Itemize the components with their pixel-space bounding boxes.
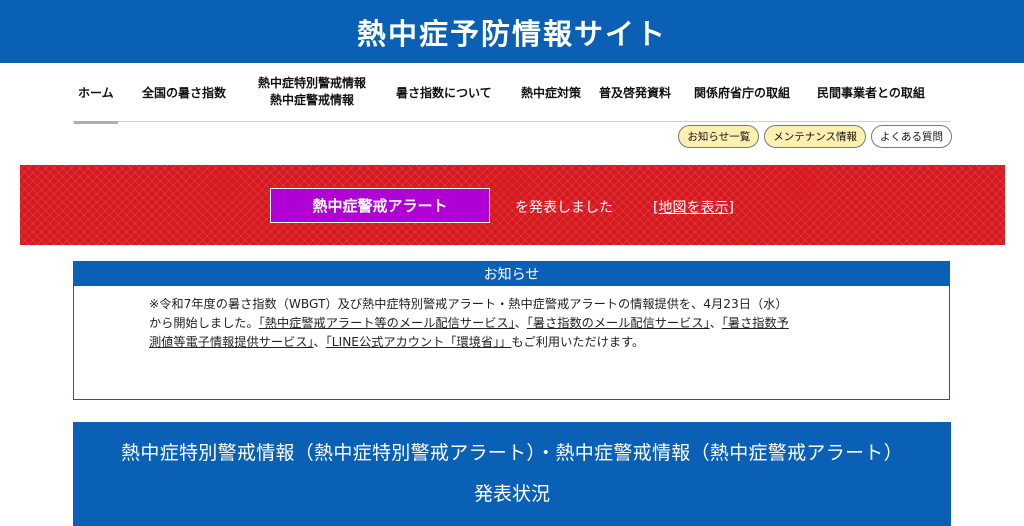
nav-alert-info[interactable]: 熱中症特別警戒情報 熱中症警戒情報: [258, 75, 366, 109]
notice-separator: 、: [313, 335, 326, 349]
faq-button[interactable]: よくある質問: [871, 125, 952, 148]
notice-separator: 、: [514, 316, 527, 330]
news-list-button[interactable]: お知らせ一覧: [678, 125, 760, 148]
nav-about-wbgt[interactable]: 暑さ指数について: [396, 85, 492, 102]
alert-text: を発表しました: [515, 200, 613, 216]
alert-mail-service-link[interactable]: 「熱中症警戒アラート等のメール配信サービス」: [259, 316, 515, 330]
nav-ministries[interactable]: 関係府省庁の取組: [694, 85, 790, 102]
notice-title: お知らせ: [74, 262, 949, 286]
notice-separator: 、: [709, 316, 722, 330]
nav-measures[interactable]: 熱中症対策: [521, 85, 581, 102]
nav-private-sector[interactable]: 民間事業者との取組: [817, 85, 925, 102]
nav-home[interactable]: ホーム: [74, 85, 118, 124]
wbgt-mail-service-link[interactable]: 「暑さ指数のメール配信サービス」: [527, 316, 710, 330]
notice-box: お知らせ ※令和7年度の暑さ指数（WBGT）及び熱中症特別警戒アラート・熱中症警…: [73, 261, 950, 400]
maintenance-button[interactable]: メンテナンス情報: [764, 125, 866, 148]
line-account-link[interactable]: 「LINE公式アカウント「環境省」」: [326, 335, 512, 349]
status-heading-line1: 熱中症特別警戒情報（熱中症特別警戒アラート）・熱中症警戒情報（熱中症警戒アラート…: [121, 442, 903, 464]
nav-alert-info-line2: 熱中症警戒情報: [270, 93, 355, 107]
nav-national-wbgt[interactable]: 全国の暑さ指数: [142, 85, 226, 102]
show-map-link[interactable]: [地図を表示]: [653, 197, 734, 217]
status-section-heading: 熱中症特別警戒情報（熱中症特別警戒アラート）・熱中症警戒情報（熱中症警戒アラート…: [73, 422, 951, 526]
nav-alert-info-line1: 熱中症特別警戒情報: [258, 76, 367, 90]
notice-body: ※令和7年度の暑さ指数（WBGT）及び熱中症特別警戒アラート・熱中症警戒アラート…: [74, 286, 789, 352]
nav-materials[interactable]: 普及啓発資料: [599, 85, 671, 102]
status-heading-line2: 発表状況: [473, 483, 550, 505]
site-title[interactable]: 熱中症予防情報サイト: [357, 11, 667, 53]
main-nav: ホーム 全国の暑さ指数 熱中症特別警戒情報 熱中症警戒情報 暑さ指数について 熱…: [73, 63, 951, 124]
alert-banner: 熱中症警戒アラート を発表しました [地図を表示]: [20, 165, 1005, 245]
notice-text-end: もご利用いただけます。: [511, 335, 645, 349]
alert-label[interactable]: 熱中症警戒アラート: [270, 188, 490, 223]
site-header: 熱中症予防情報サイト: [0, 0, 1024, 63]
quick-links: お知らせ一覧 メンテナンス情報 よくある質問: [678, 125, 952, 148]
